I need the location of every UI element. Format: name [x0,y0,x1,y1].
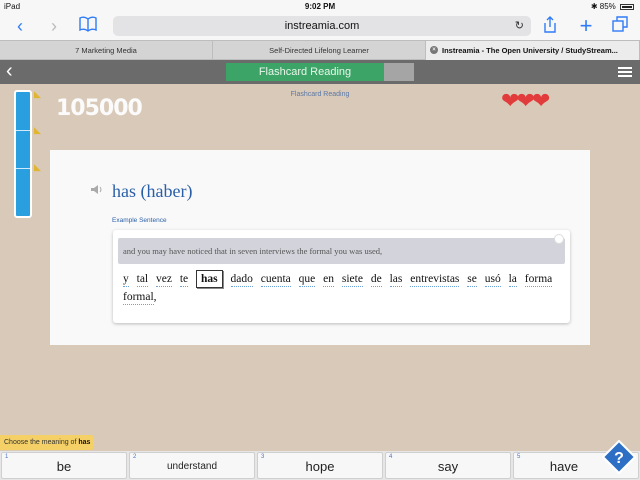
answer-label: say [437,459,459,474]
sentence-word[interactable]: te [179,272,189,287]
prompt-text: Choose the meaning of [4,439,77,446]
answer-number: 5 [517,454,521,460]
close-icon[interactable] [554,234,564,244]
browser-tab-label: Instreamia - The Open University / Study… [442,46,618,55]
status-time: 9:02 PM [304,2,336,11]
sentence-word[interactable]: de [370,272,382,287]
sentence-word[interactable]: cuenta [260,272,291,287]
speaker-icon[interactable] [90,184,104,196]
status-bar: iPad 9:02 PM ✱ 85% [0,0,640,12]
tab-close-icon[interactable]: × [430,46,438,54]
example-label: Example Sentence [112,217,167,224]
heart-icon: ❤ [531,88,551,113]
meter-divider [16,130,30,131]
score: 105000 [56,96,143,121]
meter-divider [16,168,30,169]
header-title: Flashcard Reading [226,63,384,81]
browser-tab-learner[interactable]: Self-Directed Lifelong Learner [213,41,426,60]
hamburger-menu-icon[interactable] [618,67,632,77]
answer-button[interactable]: 4 say [385,452,511,479]
tabs-overview-icon[interactable] [610,16,630,36]
browser-tab-instreamia[interactable]: × Instreamia - The Open University / Stu… [426,41,640,60]
answer-number: 2 [133,454,137,460]
progress-meter [14,90,32,218]
target-word[interactable]: has [196,270,223,288]
url-bar[interactable]: instreamia.com ↻ [113,16,531,36]
word-title: has (haber) [112,181,193,201]
answer-button[interactable]: 2 understand [129,452,255,479]
sentence-word[interactable]: en [323,272,334,287]
battery-percent: 85% [599,2,616,11]
app-back-icon[interactable]: ‹ [6,60,24,84]
flashcard: has (haber) Example Sentence and you may… [50,150,590,345]
sentence-word[interactable]: siete [341,272,363,287]
answer-label: hope [305,459,335,474]
header-progress-bar [384,63,414,81]
sentence-word[interactable]: formal [123,290,154,305]
lives: ❤❤❤ [501,88,551,114]
answer-number: 4 [389,454,393,460]
example-sentence-box: and you may have noticed that in seven i… [113,230,570,323]
answer-label: be [56,459,72,474]
new-tab-icon[interactable]: + [576,15,596,37]
url-text: instreamia.com [284,20,360,32]
sentence-word[interactable]: dado [230,272,253,287]
forward-nav-icon[interactable]: › [44,16,64,36]
bookmarks-icon[interactable] [78,16,98,36]
sentence-word[interactable]: y [123,272,129,287]
sentence-word[interactable]: las [389,272,403,287]
svg-text:?: ? [614,450,624,467]
reload-icon[interactable]: ↻ [515,16,524,36]
sentence-punctuation: , [153,291,157,303]
answer-number: 3 [261,454,265,460]
meter-flag-icon: ◣ [34,125,41,135]
answer-button[interactable]: 1 be [1,452,127,479]
sentence-word[interactable]: la [508,272,517,287]
help-icon[interactable]: ? [601,439,637,475]
meter-flag-icon: ◣ [34,162,41,172]
browser-toolbar: ‹ › instreamia.com ↻ + [0,12,640,40]
browser-tab-marketing[interactable]: 7 Marketing Media [0,41,213,60]
share-icon[interactable] [540,16,560,36]
answer-label: understand [166,461,218,472]
app-header: ‹ Flashcard Reading [0,60,640,84]
answer-number: 1 [5,454,9,460]
status-right: ✱ 85% [591,2,634,11]
example-sentence: y tal vez te has dado cuenta que en siet… [123,270,563,306]
sentence-word[interactable]: que [298,272,316,287]
sentence-word[interactable]: usó [484,272,501,287]
sentence-word[interactable]: tal [136,272,149,287]
browser-tab-bar: 7 Marketing Media Self-Directed Lifelong… [0,40,640,60]
sentence-word[interactable]: entrevistas [410,272,460,287]
answer-button[interactable]: 3 hope [257,452,383,479]
sentence-word[interactable]: se [467,272,477,287]
translation: and you may have noticed that in seven i… [118,238,565,264]
question-prompt: Choose the meaning of has [0,435,95,450]
bluetooth-icon: ✱ [590,2,598,11]
sentence-word[interactable]: vez [156,272,172,287]
answer-bar: 1 be 2 understand 3 hope 4 say 5 have [0,451,640,480]
back-nav-icon[interactable]: ‹ [10,16,30,36]
battery-icon [620,3,634,10]
prompt-word: has [78,439,91,446]
sentence-word[interactable]: forma [524,272,553,287]
meter-flag-icon: ◣ [34,89,41,99]
